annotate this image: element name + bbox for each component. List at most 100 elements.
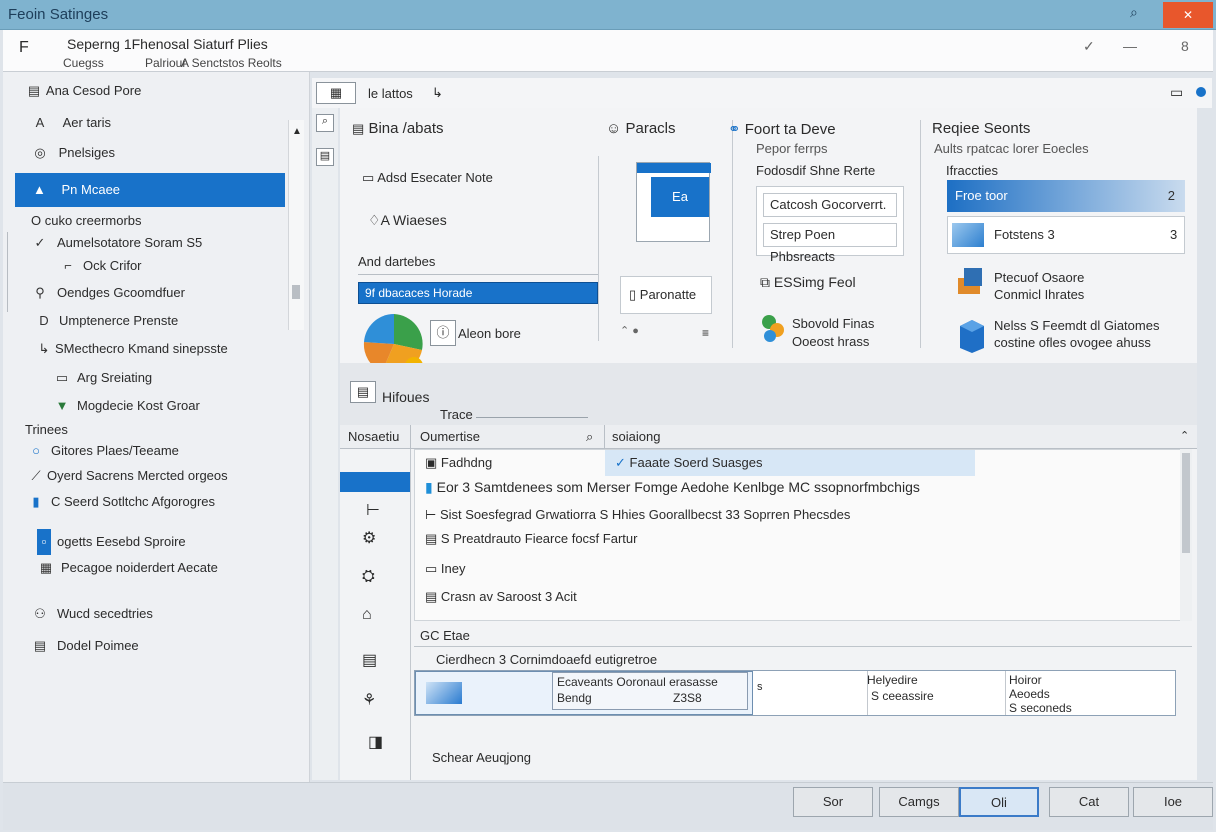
bottom-cell-selected[interactable]: Ecaveants Ooronaul erasasse Bendg Z3S8 — [415, 671, 753, 715]
search-icon[interactable]: ⌕ — [1130, 4, 1138, 21]
tree-item-6[interactable]: ▼ Mogdecie Kost Groar — [53, 393, 200, 419]
group2-item-2[interactable]: ▮ C Seerd Sotltchc Afgorogres — [27, 489, 215, 515]
col2-button[interactable]: ▯ Paronatte — [620, 276, 712, 314]
table-row[interactable]: ▣ Fadhdng — [415, 450, 605, 476]
chart-icon: ⓘ — [430, 320, 456, 346]
tree-item-1[interactable]: ⌐ Ock Crifor — [59, 253, 141, 279]
col-header-c[interactable]: soiaiong — [612, 429, 660, 444]
rail-doc-icon[interactable]: ▤ — [316, 148, 334, 166]
list-icon-4[interactable]: ⌂ — [362, 606, 372, 624]
col1-section: And dartebes — [358, 254, 436, 269]
list-icon-7[interactable]: ◨ — [368, 732, 383, 752]
group2-item-1[interactable]: ⟋ Oyerd Sacrens Mercted orgeos — [27, 463, 227, 489]
col-divider-2 — [732, 120, 733, 348]
header-menu-icon[interactable]: ⌃ — [1180, 429, 1189, 442]
minimize-button[interactable]: — — [1123, 38, 1137, 54]
group3-item-0[interactable]: ▫ ogetts Eesebd Sproire — [37, 529, 186, 555]
cube-icon — [958, 318, 986, 354]
group4-item-0[interactable]: ⚇ Wucd secedtries — [31, 601, 153, 627]
list-icon-2[interactable]: ⚙ — [362, 528, 376, 548]
table-row[interactable]: ⊢ Sist Soesfegrad Grwatiorra S Hhies Goo… — [415, 502, 1175, 528]
table-row[interactable]: ▭ Iney — [415, 556, 1175, 582]
list-header: Nosaetiu Oumertise ⌕ soiaiong ⌃ — [340, 425, 1197, 449]
list-scroll-thumb[interactable] — [1182, 453, 1190, 553]
sidebar-item-0[interactable]: A Aer taris — [31, 110, 111, 136]
choice-1[interactable]: Froe toor 2 — [947, 180, 1185, 212]
col1-item2[interactable]: ♢A Wiaeses — [368, 212, 447, 229]
bottom-cell-3b: Aeoeds — [1009, 687, 1050, 701]
header-link-1[interactable]: Cuegss — [63, 56, 104, 70]
scroll-up-icon[interactable]: ▲ — [292, 126, 302, 137]
ok-button[interactable]: Oli — [959, 787, 1039, 817]
list-scrollbar[interactable] — [1180, 449, 1192, 621]
feature-1[interactable]: ⧉ ESSimg Feol — [760, 274, 856, 291]
bottom-table-title: Cierdhecn 3 Cornimdoaefd eutigretroe — [436, 652, 658, 667]
col-header-b[interactable]: Oumertise — [420, 429, 480, 444]
option-1[interactable]: Catcosh Gocorverrt. — [763, 193, 897, 217]
table-row[interactable]: ▮ Eor 3 Samtdenees som Merser Fomge Aedo… — [415, 474, 1175, 500]
arrow-icon[interactable]: ↳ — [432, 85, 443, 101]
grid-toggle[interactable]: ▦ — [316, 82, 356, 104]
list-icon-1[interactable]: ⊢ — [366, 500, 380, 520]
sort-icon[interactable]: ⌕ — [586, 429, 593, 445]
bottom-cell-3a[interactable]: Hoiror — [1009, 673, 1042, 687]
menu-icon[interactable]: ≡ — [702, 326, 709, 340]
window-title: Feoin Satinges — [8, 6, 109, 23]
sidebar-item-1[interactable]: ◎ Pnelsiges — [31, 140, 115, 166]
feature-2-title[interactable]: Sbovold Finas — [792, 316, 874, 331]
value-input[interactable]: 9f dbacaces Horade — [358, 282, 598, 304]
col-divider-3 — [920, 120, 921, 348]
col1-title: ▤ Bina /abats — [352, 120, 444, 137]
scroll-thumb[interactable] — [292, 285, 300, 299]
section-underline — [476, 417, 588, 418]
tree-item-5[interactable]: ▭ Arg Sreiating — [53, 365, 152, 391]
section-sub[interactable]: Trace — [440, 407, 473, 422]
sidebar-item-selected[interactable]: ▲ Pn Mcaee — [15, 173, 285, 207]
feature-2-sub: Ooeost hrass — [792, 334, 870, 349]
list-icon-6[interactable]: ⚘ — [362, 690, 376, 710]
close-button[interactable]: ✕ — [1163, 2, 1213, 28]
tab-label[interactable]: le lattos — [368, 86, 413, 101]
footer-button-4[interactable]: Cat — [1049, 787, 1129, 817]
bottom-cell-2a[interactable]: Helyedire — [867, 673, 918, 687]
col2-dots[interactable]: ⌃ ● — [620, 324, 639, 337]
col-header-a[interactable]: Nosaetiu — [348, 429, 399, 444]
tree-item-2[interactable]: ⚲ Oendges Gcoomdfuer — [31, 280, 185, 306]
app-2-title[interactable]: Nelss S Feemdt dl Giatomes — [994, 318, 1159, 333]
chart-label[interactable]: Aleon bore — [458, 326, 521, 341]
list-selected-marker[interactable] — [340, 472, 410, 492]
footer-button-2[interactable]: Camgs — [879, 787, 959, 817]
account-label: Ana Cesod Pore — [45, 83, 142, 98]
status-text: Schear Aeuqjong — [432, 750, 532, 765]
footer-button-1[interactable]: Sor — [793, 787, 873, 817]
table-row[interactable]: ▤ S Preatdrauto Fiearce focsf Fartur — [415, 526, 1175, 552]
rail-search-icon[interactable]: ⌕ — [316, 114, 334, 132]
preview-tile[interactable]: Ea — [636, 162, 711, 242]
group3-item-1[interactable]: ▦ Pecagoe noiderdert Aecate — [37, 555, 218, 581]
app-1-title[interactable]: Ptecuof Osaore — [994, 270, 1084, 285]
table-row-selected[interactable]: ✓ Faaate Soerd Suasges — [605, 450, 975, 476]
choice-2[interactable]: Fotstens 3 3 — [947, 216, 1185, 254]
tree-item-4[interactable]: ↳ SMecthecro Kmand sinepsste — [35, 336, 228, 362]
list-footer-divider — [414, 646, 1192, 647]
list-icon-5[interactable]: ▤ — [362, 650, 377, 670]
table-row[interactable]: ▤ Crasn av Saroost 3 Acit — [415, 584, 1175, 610]
account-item[interactable]: ▤ Ana Cesod Pore — [25, 78, 141, 104]
cell-marker: s — [757, 681, 763, 693]
copy-icon: ⧉ — [760, 274, 770, 290]
toolbar: ▦ le lattos ↳ ▭ — [312, 78, 1212, 108]
list-icon-3[interactable]: ⛭ — [362, 568, 375, 586]
section-bar: ▤ Hifoues Trace — [340, 363, 1197, 425]
col1-item1[interactable]: ▭ Adsd Esecater Note — [362, 170, 493, 186]
check-icon[interactable]: ✓ — [1083, 38, 1095, 55]
tree-item-3[interactable]: D Umptenerce Prenste — [35, 308, 178, 334]
list-footer-label: GC Etae — [420, 628, 470, 643]
group4-item-1[interactable]: ▤ Dodel Poimee — [31, 633, 139, 659]
header-link-3[interactable]: A Senctstos Reolts — [181, 56, 282, 70]
more-button[interactable]: 8 — [1181, 38, 1189, 54]
sidebar-scrollbar[interactable]: ▲ — [288, 120, 304, 330]
footer-button-5[interactable]: Ioe — [1133, 787, 1213, 817]
view-icon[interactable]: ▭ — [1170, 84, 1183, 101]
group2-item-0[interactable]: ○ Gitores Plaes/Teeame — [27, 438, 179, 464]
option-2[interactable]: Strep Poen Phbsreacts — [763, 223, 897, 264]
